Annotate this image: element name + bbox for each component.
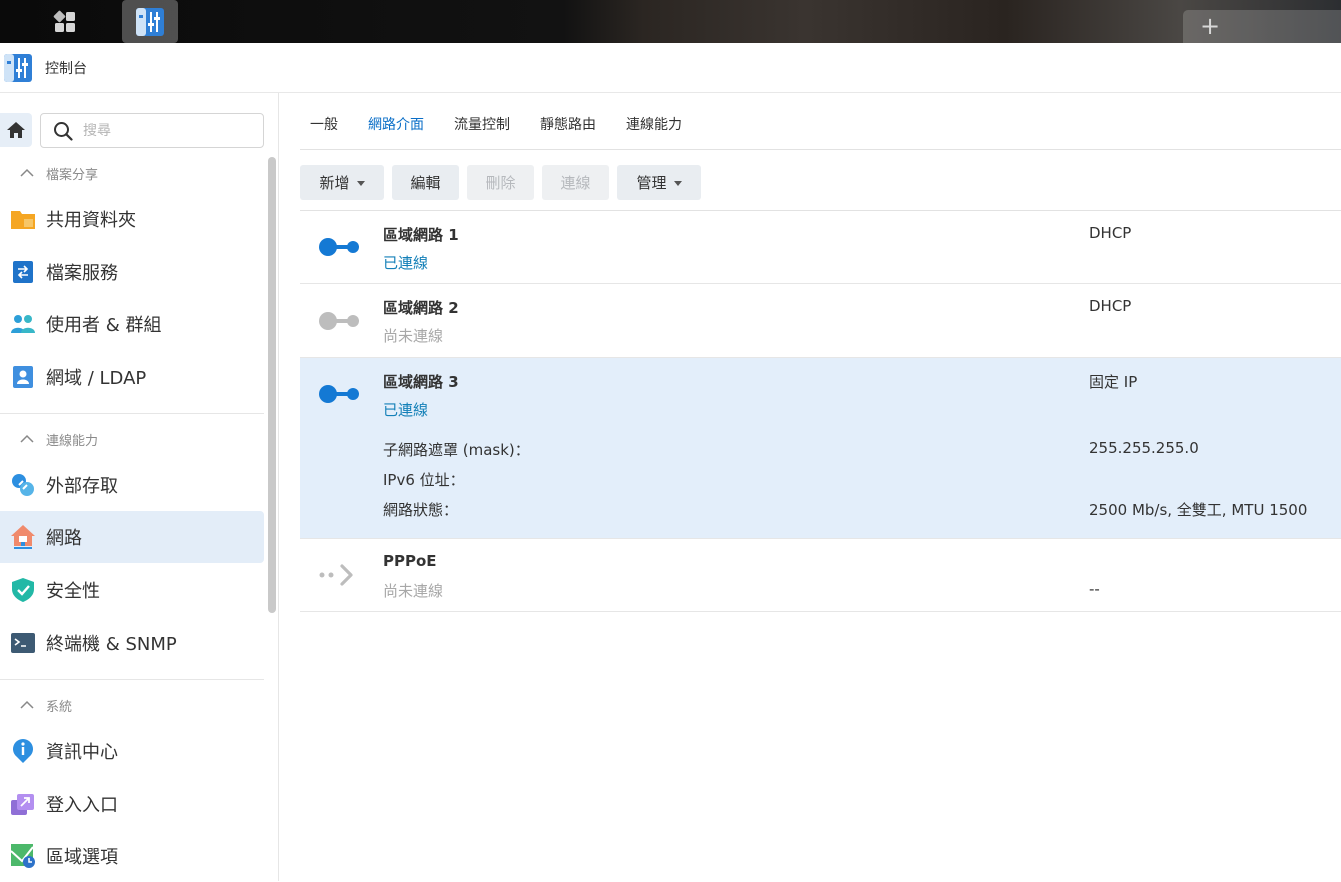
caret-down-icon (673, 181, 682, 186)
plus-icon: + (1200, 12, 1221, 40)
sidebar-item-info-center[interactable]: 資訊中心 (0, 725, 264, 777)
sidebar-divider (0, 679, 264, 680)
delete-button[interactable]: 刪除 (467, 165, 534, 200)
window-title: 控制台 (45, 60, 87, 77)
sidebar-item-users-groups[interactable]: 使用者 & 群組 (0, 298, 264, 350)
domain-icon (10, 364, 36, 390)
window-titlebar: 控制台 (0, 43, 1341, 93)
tab-general[interactable]: 一般 (310, 114, 338, 149)
login-portal-icon (10, 791, 36, 817)
network-connected-icon (319, 238, 359, 256)
sidebar-item-shared-folder[interactable]: 共用資料夾 (0, 193, 264, 245)
apps-grid-icon (53, 10, 75, 32)
detail-value-subnet-mask: 255.255.255.0 (1089, 439, 1199, 457)
sidebar-item-domain-ldap[interactable]: 網域 / LDAP (0, 351, 264, 403)
interface-name: 區域網路 1 (383, 226, 459, 244)
tab-static-route[interactable]: 靜態路由 (540, 114, 596, 149)
interface-status: 尚未連線 (383, 327, 444, 345)
users-icon (10, 311, 36, 337)
network-connected-icon (319, 385, 359, 403)
main-content: 一般 網路介面 流量控制 靜態路由 連線能力 新增 編輯 刪除 連線 管理 區域… (280, 93, 1341, 881)
group-header-connectivity[interactable]: 連線能力 (0, 426, 264, 452)
interface-row-lan1[interactable]: 區域網路 1 已連線 DHCP (300, 211, 1341, 284)
info-icon (10, 738, 36, 764)
tab-bar: 一般 網路介面 流量控制 靜態路由 連線能力 (300, 93, 1341, 150)
chevron-up-icon (20, 434, 34, 443)
home-icon (7, 122, 25, 138)
add-dropdown-button[interactable]: 新增 (300, 165, 384, 200)
interface-status: 已連線 (383, 401, 429, 419)
tab-network-interface[interactable]: 網路介面 (368, 114, 424, 149)
taskbar-control-panel-button[interactable] (122, 0, 178, 43)
pppoe-arrow-icon (319, 564, 353, 586)
detail-label-network-status: 網路狀態： (383, 501, 459, 519)
sidebar-divider (0, 413, 264, 414)
interface-status: 已連線 (383, 254, 429, 272)
sidebar-item-login-portal[interactable]: 登入入口 (0, 778, 264, 830)
search-icon (54, 121, 73, 141)
interface-name: PPPoE (383, 552, 437, 570)
detail-label-ipv6: IPv6 位址： (383, 471, 465, 489)
sidebar-item-regional-options[interactable]: 區域選項 (0, 830, 264, 882)
interface-name: 區域網路 2 (383, 299, 459, 317)
tab-connectivity[interactable]: 連線能力 (626, 114, 682, 149)
sidebar-item-terminal-snmp[interactable]: 終端機 & SNMP (0, 617, 264, 669)
toolbar: 新增 編輯 刪除 連線 管理 (300, 165, 709, 200)
main-menu-button[interactable] (37, 0, 93, 43)
regional-options-icon (10, 843, 36, 869)
add-widget-button[interactable]: + (1183, 10, 1341, 43)
control-panel-icon (136, 7, 164, 36)
caret-down-icon (356, 181, 365, 186)
sidebar-item-network[interactable]: 網路 (0, 511, 264, 563)
shield-icon (10, 577, 36, 603)
interface-name: 區域網路 3 (383, 373, 459, 391)
interface-type: -- (1089, 580, 1100, 598)
interface-type: 固定 IP (1089, 373, 1138, 391)
sidebar-item-file-services[interactable]: 檔案服務 (0, 246, 264, 298)
interface-row-pppoe[interactable]: PPPoE 尚未連線 -- (300, 539, 1341, 612)
sidebar-scrollbar[interactable] (268, 157, 276, 613)
sidebar-item-external-access[interactable]: 外部存取 (0, 459, 264, 511)
interface-list: 區域網路 1 已連線 DHCP 區域網路 2 尚未連線 DHCP 區域網路 3 … (300, 210, 1341, 612)
group-header-file-sharing[interactable]: 檔案分享 (0, 160, 264, 186)
interface-row-lan2[interactable]: 區域網路 2 尚未連線 DHCP (300, 284, 1341, 358)
network-disconnected-icon (319, 312, 359, 330)
folder-icon (10, 206, 36, 232)
file-services-icon (10, 259, 36, 285)
chevron-up-icon (20, 168, 34, 177)
home-button[interactable] (0, 113, 32, 147)
connect-button[interactable]: 連線 (542, 165, 609, 200)
tab-traffic-control[interactable]: 流量控制 (454, 114, 510, 149)
interface-type: DHCP (1089, 297, 1132, 315)
taskbar: + (0, 0, 1341, 43)
detail-label-subnet-mask: 子網路遮罩 (mask)： (383, 441, 530, 459)
group-header-system[interactable]: 系統 (0, 692, 264, 718)
network-home-icon (10, 524, 36, 550)
search-input[interactable] (83, 122, 243, 139)
manage-dropdown-button[interactable]: 管理 (617, 165, 701, 200)
edit-button[interactable]: 編輯 (392, 165, 459, 200)
detail-value-network-status: 2500 Mb/s, 全雙工, MTU 1500 (1089, 501, 1308, 519)
external-access-icon (10, 472, 36, 498)
interface-type: DHCP (1089, 224, 1132, 242)
terminal-icon (10, 630, 36, 656)
search-field[interactable] (40, 113, 264, 148)
interface-row-lan3[interactable]: 區域網路 3 已連線 固定 IP 子網路遮罩 (mask)： 255.255.2… (300, 358, 1341, 539)
interface-status: 尚未連線 (383, 582, 444, 600)
chevron-up-icon (20, 700, 34, 709)
sidebar-item-security[interactable]: 安全性 (0, 564, 264, 616)
sidebar: 檔案分享 共用資料夾 檔案服務 使用者 & 群組 網域 / LDAP 連線能力 … (0, 93, 279, 881)
control-panel-icon (4, 53, 32, 82)
